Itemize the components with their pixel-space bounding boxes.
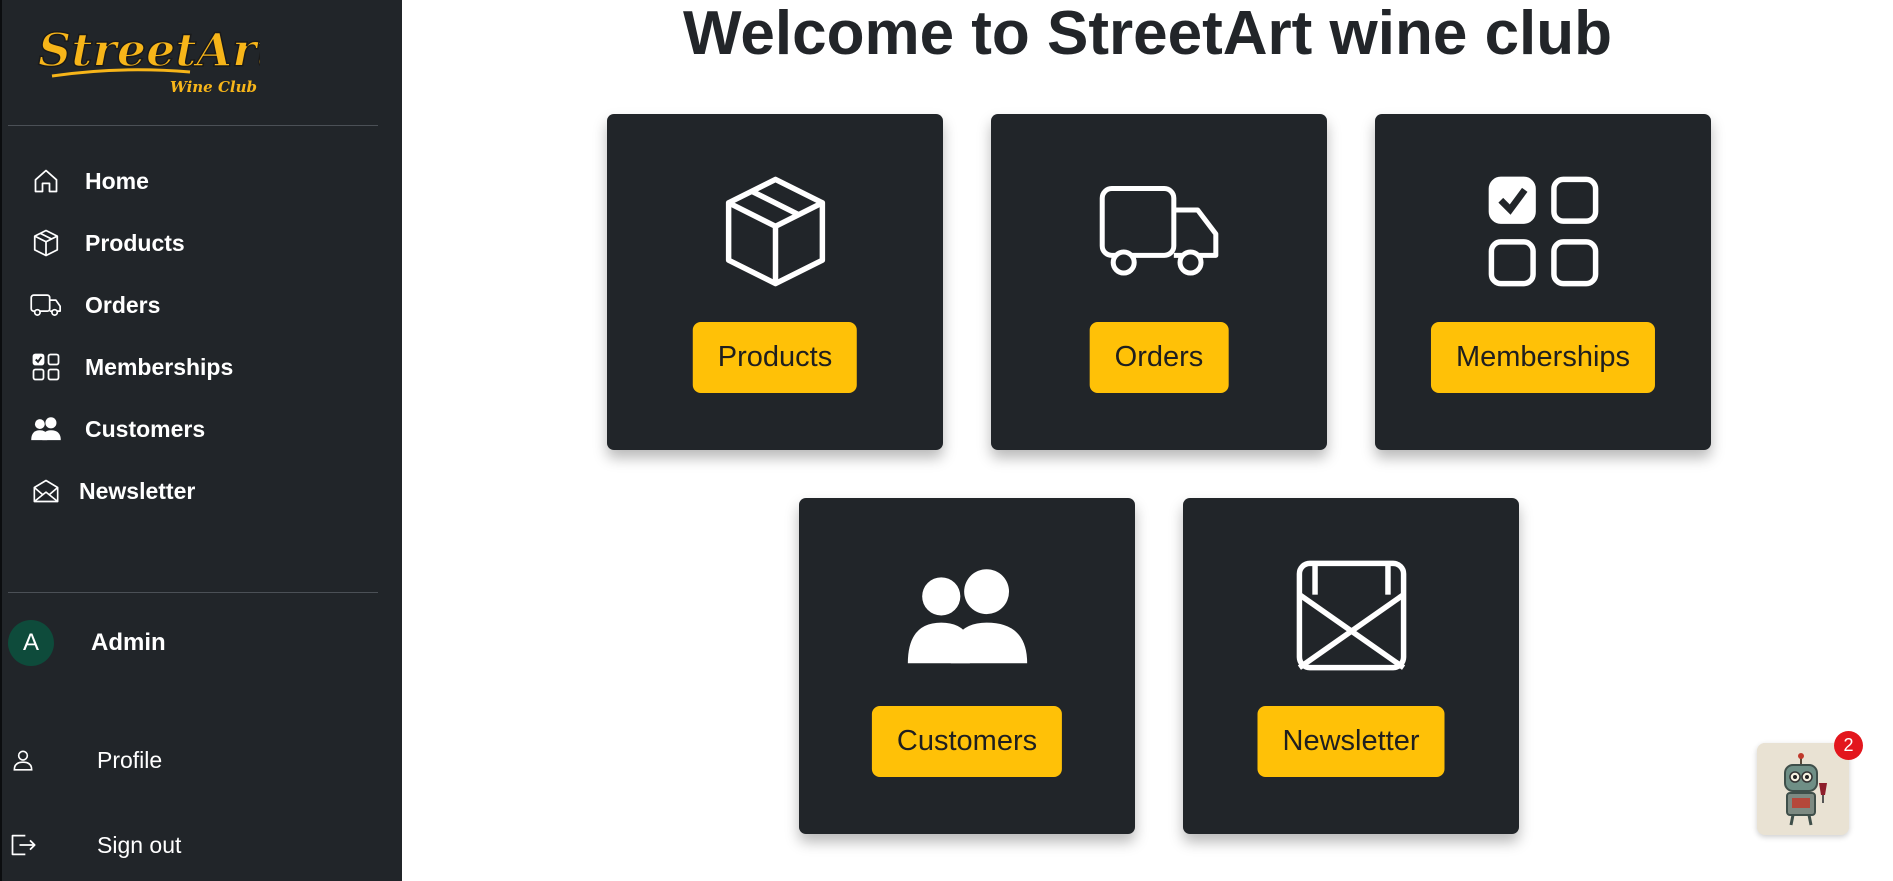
brand-logo[interactable]: StreetArt Wine Club — [30, 14, 260, 104]
sidebar-item-memberships[interactable]: Memberships — [0, 341, 400, 393]
sign-out-link[interactable]: Sign out — [0, 820, 400, 870]
sidebar-item-orders[interactable]: Orders — [0, 279, 400, 331]
profile-link[interactable]: Profile — [0, 735, 400, 785]
page-title: Welcome to StreetArt wine club — [682, 0, 1613, 68]
envelope-open-icon — [1183, 553, 1519, 678]
robot-mascot-icon — [1757, 743, 1849, 835]
customers-button[interactable]: Customers — [871, 706, 1063, 777]
user-info[interactable]: A Admin — [8, 618, 388, 668]
envelope-open-icon — [30, 475, 62, 507]
sign-out-label: Sign out — [97, 831, 182, 858]
truck-icon — [991, 169, 1327, 294]
person-icon — [8, 745, 38, 775]
sidebar: StreetArt Wine Club Home Products Orders — [0, 0, 402, 881]
products-button[interactable]: Products — [692, 322, 858, 393]
sidebar-item-label: Memberships — [85, 353, 234, 380]
sidebar-item-customers[interactable]: Customers — [0, 403, 400, 455]
checklist-grid-icon — [1375, 169, 1711, 294]
sidebar-divider — [8, 592, 378, 593]
orders-button[interactable]: Orders — [1089, 322, 1229, 393]
notification-badge: 2 — [1834, 731, 1863, 760]
card-customers: Customers — [799, 498, 1135, 834]
card-memberships: Memberships — [1375, 114, 1711, 450]
truck-icon — [30, 289, 62, 321]
sidebar-item-label: Newsletter — [79, 477, 196, 504]
logo-subtext: Wine Club — [170, 78, 257, 96]
box-icon — [30, 227, 62, 259]
checklist-grid-icon — [30, 351, 62, 383]
sidebar-item-label: Orders — [85, 291, 161, 318]
sidebar-item-label: Products — [85, 229, 185, 256]
avatar: A — [8, 620, 54, 666]
people-icon — [30, 413, 62, 445]
sidebar-item-home[interactable]: Home — [0, 155, 400, 207]
memberships-button[interactable]: Memberships — [1430, 322, 1656, 393]
box-icon — [607, 169, 943, 294]
sign-out-icon — [8, 830, 38, 860]
sidebar-item-newsletter[interactable]: Newsletter — [0, 465, 400, 517]
people-icon — [799, 553, 1135, 678]
newsletter-button[interactable]: Newsletter — [1257, 706, 1445, 777]
sidebar-divider — [8, 125, 378, 126]
card-newsletter: Newsletter — [1183, 498, 1519, 834]
sidebar-item-label: Home — [85, 167, 149, 194]
card-products: Products — [607, 114, 943, 450]
profile-label: Profile — [97, 746, 163, 773]
sidebar-item-products[interactable]: Products — [0, 217, 400, 269]
user-name: Admin — [91, 629, 166, 656]
home-icon — [30, 165, 62, 197]
card-orders: Orders — [991, 114, 1327, 450]
sidebar-item-label: Customers — [85, 415, 206, 442]
chat-widget-button[interactable]: 2 — [1757, 731, 1863, 835]
